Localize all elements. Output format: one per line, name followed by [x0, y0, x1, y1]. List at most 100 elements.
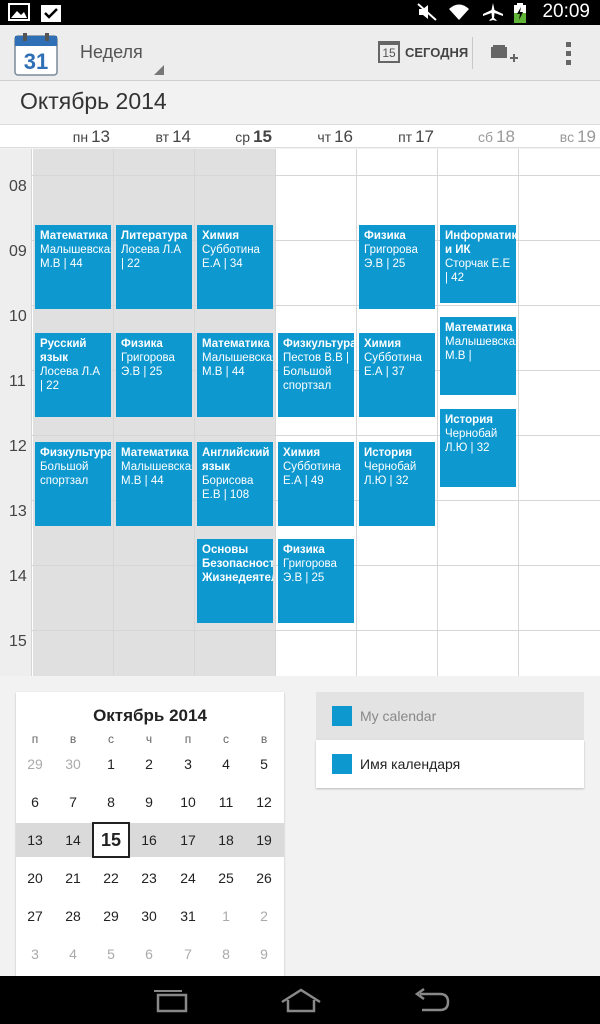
mini-calendar-day[interactable]: 7 — [54, 784, 92, 820]
event-block[interactable]: Русский язык Лосева Л.А | 22 — [35, 333, 111, 417]
event-block[interactable]: Физкультура Большой спортзал — [35, 442, 111, 526]
today-button[interactable]: 15 СЕГОДНЯ — [370, 25, 470, 81]
mini-calendar-day[interactable]: 28 — [54, 898, 92, 934]
mini-calendar-day[interactable]: 29 — [92, 898, 130, 934]
event-detail: Малышевская М.В | 44 — [202, 352, 273, 378]
mini-calendar-day[interactable]: 8 — [92, 784, 130, 820]
event-title: Русский язык — [40, 338, 87, 364]
overflow-menu-button[interactable] — [552, 25, 588, 81]
mini-calendar-day[interactable]: 5 — [92, 936, 130, 972]
mini-calendar-day[interactable]: 23 — [130, 860, 168, 896]
mini-calendar-day[interactable]: 11 — [207, 784, 245, 820]
mini-calendar-day[interactable]: 6 — [16, 784, 54, 820]
day-divider — [113, 149, 114, 676]
day-header-tue[interactable]: вт 14 — [114, 125, 191, 149]
mini-calendar-day[interactable]: 18 — [207, 822, 245, 858]
mini-calendar-day[interactable]: 9 — [245, 936, 283, 972]
hour-label: 09 — [9, 243, 27, 260]
mini-calendar-day[interactable]: 4 — [54, 936, 92, 972]
event-block[interactable]: Математика Малышевская М.В | 44 — [197, 333, 273, 417]
mini-calendar-day[interactable]: 13 — [16, 822, 54, 858]
back-icon[interactable] — [410, 986, 452, 1014]
calendar-item[interactable]: My calendar — [316, 692, 584, 740]
day-name: вс — [559, 129, 575, 145]
event-block[interactable]: Математика Малышевская М.В | 44 — [35, 225, 111, 309]
hour-gutter: 08 09 10 11 12 13 14 15 — [0, 149, 32, 676]
mini-calendar-day[interactable]: 3 — [16, 936, 54, 972]
view-select-dropdown[interactable]: Неделя — [80, 25, 166, 81]
day-header-thu[interactable]: чт 16 — [276, 125, 353, 149]
recent-apps-icon[interactable] — [150, 986, 192, 1014]
mini-calendar-day[interactable]: 24 — [169, 860, 207, 896]
action-divider — [472, 37, 473, 69]
mini-calendar-day[interactable]: 27 — [16, 898, 54, 934]
event-block[interactable]: Английский язык Борисова Е.В | 108 — [197, 442, 273, 526]
mini-calendar-day[interactable]: 9 — [130, 784, 168, 820]
mini-calendar-day[interactable]: 6 — [130, 936, 168, 972]
mini-calendar-day[interactable]: 30 — [54, 746, 92, 782]
event-title: Химия — [283, 447, 321, 459]
event-detail: Борисова Е.В | 108 — [202, 475, 254, 501]
event-block[interactable]: Физкультура Пестов В.В | Большой спортзал — [278, 333, 354, 417]
mini-calendar-day[interactable]: 8 — [207, 936, 245, 972]
event-block[interactable]: Математика Малышевская М.В | — [440, 317, 516, 395]
mini-calendar-day[interactable]: 31 — [169, 898, 207, 934]
view-select-label: Неделя — [80, 42, 143, 62]
hour-label: 12 — [9, 438, 27, 455]
day-header-sat[interactable]: сб 18 — [438, 125, 515, 149]
mini-calendar-day[interactable]: 22 — [92, 860, 130, 896]
day-header-sun[interactable]: вс 19 — [519, 125, 596, 149]
event-block[interactable]: История Чернобай Л.Ю | 32 — [440, 409, 516, 487]
event-block[interactable]: Основы Безопасности Жизнедеятельности — [197, 539, 273, 623]
event-title: Математика — [445, 322, 513, 334]
mini-calendar-day[interactable]: 30 — [130, 898, 168, 934]
event-block[interactable]: Математика Малышевская М.В | 44 — [116, 442, 192, 526]
event-block[interactable]: История Чернобай Л.Ю | 32 — [359, 442, 435, 526]
mini-calendar-day[interactable]: 19 — [245, 822, 283, 858]
day-header-mon[interactable]: пн 13 — [33, 125, 110, 149]
mini-calendar-day[interactable]: 4 — [207, 746, 245, 782]
home-icon[interactable] — [278, 986, 324, 1014]
mini-calendar-day[interactable]: 26 — [245, 860, 283, 896]
event-title: Физика — [364, 230, 406, 242]
calendar-app-icon[interactable]: 31 — [14, 32, 58, 76]
mini-month-calendar[interactable]: Октябрь 2014 п в с ч п с в 29 30 1 2 3 4 5 6 7 8 9 10 11 12 1… — [16, 692, 284, 977]
event-block[interactable]: Химия Субботина Е.А | 37 — [359, 333, 435, 417]
mini-calendar-day[interactable]: 2 — [130, 746, 168, 782]
event-title: Физика — [121, 338, 163, 350]
mini-calendar-day[interactable]: 5 — [245, 746, 283, 782]
mini-calendar-day[interactable]: 29 — [16, 746, 54, 782]
mini-calendar-day[interactable]: 17 — [169, 822, 207, 858]
clock: 20:09 — [542, 1, 590, 22]
mini-calendar-day[interactable]: 20 — [16, 860, 54, 896]
mini-calendar-day[interactable]: 1 — [92, 746, 130, 782]
mini-calendar-day[interactable]: 16 — [130, 822, 168, 858]
mini-calendar-day[interactable]: 3 — [169, 746, 207, 782]
mini-calendar-today[interactable]: 15 — [92, 822, 130, 858]
event-block[interactable]: Химия Субботина Е.А | 49 — [278, 442, 354, 526]
mute-icon — [417, 3, 437, 21]
mini-calendar-day[interactable]: 7 — [169, 936, 207, 972]
mini-calendar-day[interactable]: 12 — [245, 784, 283, 820]
event-block[interactable]: Химия Субботина Е.А | 34 — [197, 225, 273, 309]
mini-calendar-day[interactable]: 21 — [54, 860, 92, 896]
calendar-item[interactable]: Имя календаря — [316, 740, 584, 788]
mini-calendar-title: Октябрь 2014 — [93, 706, 207, 725]
mini-calendar-day[interactable]: 2 — [245, 898, 283, 934]
event-title: История — [445, 414, 493, 426]
mini-calendar-day[interactable]: 1 — [207, 898, 245, 934]
mini-calendar-day[interactable]: 14 — [54, 822, 92, 858]
new-event-button[interactable] — [480, 25, 530, 81]
event-title: История — [364, 447, 412, 459]
mini-calendar-day[interactable]: 25 — [207, 860, 245, 896]
week-grid[interactable]: 08 09 10 11 12 13 14 15 Математика Малыше… — [0, 149, 600, 676]
event-block[interactable]: Физика Григорова Э.В | 25 — [116, 333, 192, 417]
event-block[interactable]: Литература Лосева Л.А | 22 — [116, 225, 192, 309]
mini-calendar-day[interactable]: 10 — [169, 784, 207, 820]
event-block[interactable]: Физика Григорова Э.В | 25 — [278, 539, 354, 623]
day-header-wed[interactable]: ср 15 — [195, 125, 272, 149]
event-block[interactable]: Информатика и ИК Сторчак Е.Е | 42 — [440, 225, 516, 303]
app-icon-day: 31 — [24, 49, 48, 74]
event-block[interactable]: Физика Григорова Э.В | 25 — [359, 225, 435, 309]
day-header-fri[interactable]: пт 17 — [357, 125, 434, 149]
